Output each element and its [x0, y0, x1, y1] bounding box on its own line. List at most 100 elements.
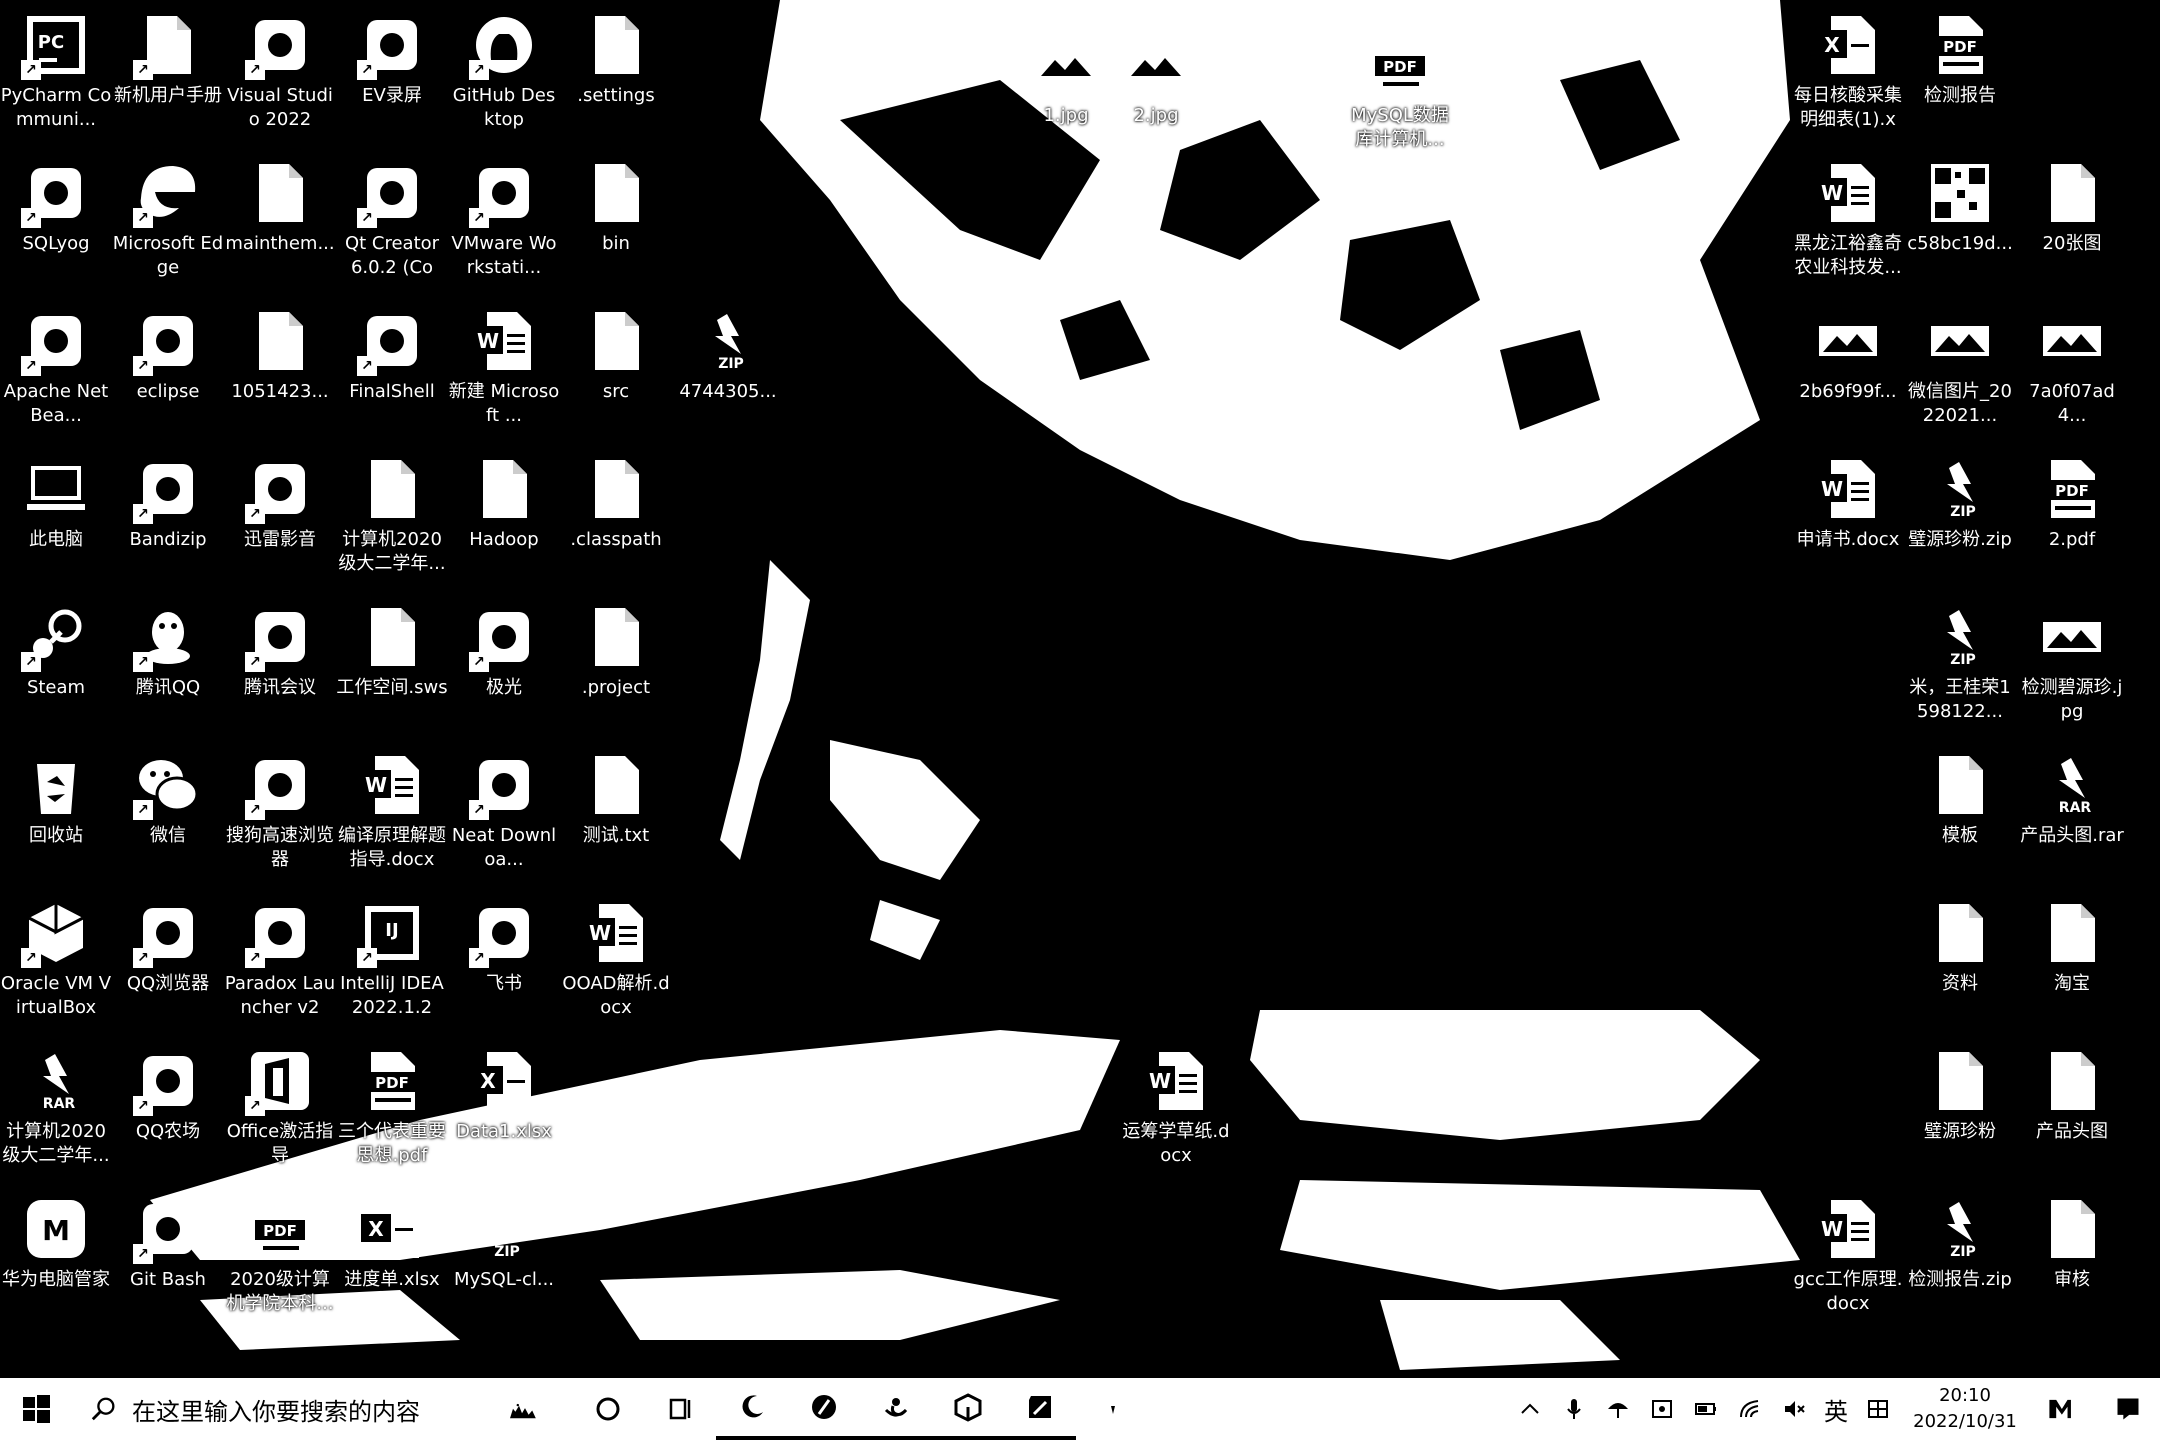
desktop-icon[interactable]: ↗ Bandizip — [112, 444, 224, 586]
desktop-icon[interactable]: 此电脑 — [0, 444, 112, 586]
desktop-icon[interactable]: ZIP MySQL-cl... — [448, 1184, 560, 1326]
desktop-icon[interactable]: PC ↗ PyCharm Communi... — [0, 0, 112, 142]
battery-tray-button[interactable] — [1684, 1378, 1728, 1440]
desktop-icon[interactable]: X 进度单.xlsx — [336, 1184, 448, 1326]
desktop-icon[interactable]: ↗ 新机用户手册 — [112, 0, 224, 142]
desktop-icon[interactable]: ↗ VMware Workstati... — [448, 148, 560, 290]
desktop-icon[interactable]: PDF 2.pdf — [2016, 444, 2128, 586]
desktop-icon[interactable]: ZIP 4744305... — [672, 296, 784, 438]
desktop-icon[interactable]: 2.jpg — [1100, 20, 1212, 162]
taskbar-app-moon[interactable] — [716, 1378, 788, 1440]
desktop-icon[interactable]: c58bc19d... — [1904, 148, 2016, 290]
desktop-icon[interactable]: ZIP 璧源珍粉.zip — [1904, 444, 2016, 586]
taskbar-search-box[interactable]: 在这里输入你要搜索的内容 — [72, 1378, 472, 1440]
desktop-icon[interactable]: .settings — [560, 0, 672, 142]
desktop-icon[interactable]: RAR 产品头图.rar — [2016, 740, 2128, 882]
desktop-icon[interactable]: 模板 — [1904, 740, 2016, 882]
desktop-icon[interactable]: ↗ Office激活指导 — [224, 1036, 336, 1178]
desktop-icon[interactable]: ↗ EV录屏 — [336, 0, 448, 142]
desktop-icon[interactable]: ↗ Qt Creator 6.0.2 (Com... — [336, 148, 448, 290]
desktop-icon[interactable]: ↗ GitHub Desktop — [448, 0, 560, 142]
desktop-icon[interactable]: W 申请书.docx — [1792, 444, 1904, 586]
huawei-pc-manager-tray-button[interactable] — [2030, 1378, 2096, 1440]
desktop-icon[interactable]: ZIP 米，王桂荣1598122... — [1904, 592, 2016, 734]
desktop-icon[interactable]: ↗ Apache NetBea... — [0, 296, 112, 438]
desktop-icon[interactable]: X Data1.xlsx — [448, 1036, 560, 1178]
desktop-icon[interactable]: 淘宝 — [2016, 888, 2128, 1030]
cortana-button[interactable] — [572, 1378, 644, 1440]
desktop-icon[interactable]: mainthem... — [224, 148, 336, 290]
desktop-icon[interactable]: 7a0f07ad4... — [2016, 296, 2128, 438]
taskbar-app-vmware[interactable] — [932, 1378, 1004, 1440]
taskbar-app-small[interactable] — [1076, 1378, 1148, 1440]
desktop-icon[interactable]: 产品头图 — [2016, 1036, 2128, 1178]
desktop-icon[interactable]: 审核 — [2016, 1184, 2128, 1326]
desktop-icon[interactable]: W 运筹学草纸.docx — [1120, 1036, 1232, 1178]
desktop-icon[interactable]: .project — [560, 592, 672, 734]
taskbar-app-feather[interactable] — [788, 1378, 860, 1440]
task-view-button[interactable] — [644, 1378, 716, 1440]
desktop-icon[interactable]: W OOAD解析.docx — [560, 888, 672, 1030]
desktop-icon[interactable]: W 黑龙江裕鑫奇农业科技发... — [1792, 148, 1904, 290]
desktop-icon[interactable]: Hadoop — [448, 444, 560, 586]
cloud-tray-button[interactable] — [1596, 1378, 1640, 1440]
desktop-icon[interactable]: 工作空间.sws — [336, 592, 448, 734]
desktop-icon[interactable]: ↗ SQLyog — [0, 148, 112, 290]
desktop-icon[interactable]: PDF 检测报告 — [1904, 0, 2016, 142]
network-tray-button[interactable] — [1728, 1378, 1772, 1440]
desktop-icon[interactable]: ↗ 飞书 — [448, 888, 560, 1030]
desktop-icon[interactable]: ZIP 检测报告.zip — [1904, 1184, 2016, 1326]
desktop-icon[interactable]: ↗ Git Bash — [112, 1184, 224, 1326]
desktop-icon[interactable]: bin — [560, 148, 672, 290]
desktop-icon[interactable]: ↗ 腾讯会议 — [224, 592, 336, 734]
desktop-icon[interactable]: ↗ 迅雷影音 — [224, 444, 336, 586]
desktop-icon[interactable]: 20张图 — [2016, 148, 2128, 290]
desktop-icon[interactable]: IJ ↗ IntelliJ IDEA 2022.1.2 — [336, 888, 448, 1030]
action-center-button[interactable] — [2096, 1378, 2160, 1440]
desktop-icon[interactable]: 2b69f99f... — [1792, 296, 1904, 438]
ime-mode-button[interactable] — [1856, 1378, 1900, 1440]
taskbar-app-qt[interactable] — [1004, 1378, 1076, 1440]
microphone-tray-button[interactable] — [1552, 1378, 1596, 1440]
ime-language-indicator[interactable]: 英 — [1816, 1392, 1856, 1427]
desktop-icon[interactable]: PDF MySQL数据库计算机... — [1344, 20, 1456, 162]
desktop-icon[interactable]: PDF 2020级计算机学院本科... — [224, 1184, 336, 1326]
desktop-icon[interactable]: ↗ Paradox Launcher v2 — [224, 888, 336, 1030]
desktop-icon[interactable]: 测试.txt — [560, 740, 672, 882]
volume-tray-button[interactable] — [1772, 1378, 1816, 1440]
desktop-icon[interactable]: src — [560, 296, 672, 438]
desktop-icon[interactable]: ↗ Neat Downloa... — [448, 740, 560, 882]
desktop-icon[interactable]: 璧源珍粉 — [1904, 1036, 2016, 1178]
desktop-icon[interactable]: Wgcc工作原理.docx — [1792, 1184, 1904, 1326]
desktop-icon[interactable]: ↗ QQ农场 — [112, 1036, 224, 1178]
desktop-icon[interactable]: ↗ 微信 — [112, 740, 224, 882]
start-button[interactable] — [0, 1378, 72, 1440]
desktop-icon[interactable]: RAR 计算机2020级大二学年... — [0, 1036, 112, 1178]
desktop-icon[interactable]: ↗ FinalShell — [336, 296, 448, 438]
desktop-icon[interactable]: 回收站 — [0, 740, 112, 882]
taskbar-clock[interactable]: 20:10 2022/10/31 — [1900, 1383, 2030, 1435]
desktop-icon[interactable]: .classpath — [560, 444, 672, 586]
desktop-icon[interactable]: W 编译原理解题指导.docx — [336, 740, 448, 882]
desktop-icon[interactable]: ↗ Oracle VM VirtualBox — [0, 888, 112, 1030]
show-hidden-icons-button[interactable] — [1508, 1378, 1552, 1440]
desktop-icon[interactable]: 计算机2020级大二学年... — [336, 444, 448, 586]
desktop-icon[interactable]: ↗ Visual Studio 2022 — [224, 0, 336, 142]
desktop-icon[interactable]: ↗ Steam — [0, 592, 112, 734]
desktop-icon[interactable]: 检测碧源珍.jpg — [2016, 592, 2128, 734]
desktop-icon[interactable]: ↗ 腾讯QQ — [112, 592, 224, 734]
desktop-icon[interactable]: ↗ 搜狗高速浏览器 — [224, 740, 336, 882]
desktop-icon[interactable]: ↗ QQ浏览器 — [112, 888, 224, 1030]
desktop-icon[interactable]: M 华为电脑管家 — [0, 1184, 112, 1326]
desktop-icon[interactable]: ↗ 极光 — [448, 592, 560, 734]
taskbar-app-swirl[interactable] — [860, 1378, 932, 1440]
desktop-icon[interactable]: W 新建 Microsoft ... — [448, 296, 560, 438]
huawei-tray-button[interactable] — [1640, 1378, 1684, 1440]
desktop-icon[interactable]: 微信图片_2022021... — [1904, 296, 2016, 438]
desktop-icon[interactable]: ↗ eclipse — [112, 296, 224, 438]
desktop-icon[interactable]: X 每日核酸采集明细表(1).xl... — [1792, 0, 1904, 142]
desktop-icon[interactable]: 资料 — [1904, 888, 2016, 1030]
desktop-icon[interactable]: 1051423... — [224, 296, 336, 438]
desktop-icon[interactable]: PDF 三个代表重要思想.pdf — [336, 1036, 448, 1178]
desktop-icon[interactable]: ↗ Microsoft Edge — [112, 148, 224, 290]
